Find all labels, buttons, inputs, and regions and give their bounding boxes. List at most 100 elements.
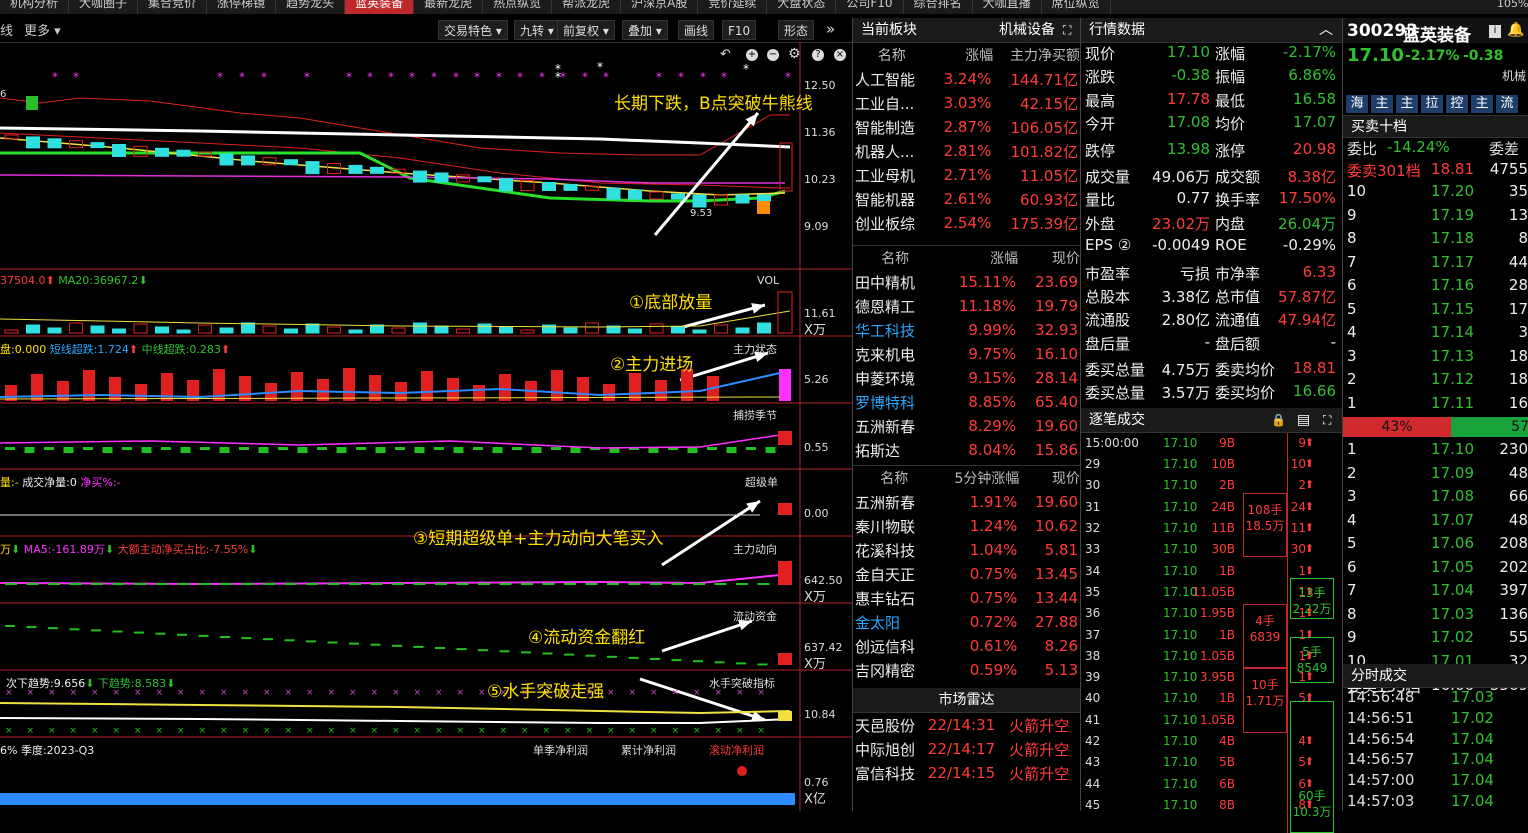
column-header: 名称 bbox=[881, 251, 910, 267]
tab-11[interactable]: 大盘状态 bbox=[767, 0, 837, 14]
table-row[interactable]: 申菱环境 9.15% 28.14 bbox=[853, 366, 1080, 390]
tab-8[interactable]: 帮派龙虎 bbox=[552, 0, 622, 14]
toolbar-button-4[interactable]: 画线 bbox=[678, 20, 715, 40]
strategy-button[interactable]: 主 bbox=[1396, 95, 1418, 113]
table-cell: 智能机器 bbox=[855, 190, 916, 209]
close-icon[interactable]: × bbox=[834, 49, 846, 61]
toolbar-button-2[interactable]: 前复权 ▾ bbox=[557, 20, 615, 40]
tab-6[interactable]: 最新龙虎 bbox=[414, 0, 484, 14]
table-row[interactable]: 创业板综 2.54% 175.39亿 bbox=[853, 211, 1080, 235]
tick-volume: 5B bbox=[1219, 755, 1235, 770]
radar-cell: 中际旭创 bbox=[855, 740, 916, 759]
sell-level: 3 bbox=[1518, 323, 1528, 341]
gear-icon[interactable]: ⚙ bbox=[788, 46, 801, 62]
table-row[interactable]: 智能机器 2.61% 60.93亿 bbox=[853, 187, 1080, 211]
tab-15[interactable]: 席位纵览 bbox=[1042, 0, 1111, 14]
top-tab-bar: 机构分析 大咖圈子 集合竞价 涨停梯镜 趋势龙头 蓝英装备 最新龙虎 热点纵览 帮派龙虎 沪深京A… bbox=[0, 0, 1528, 14]
expand-icon[interactable]: » bbox=[826, 20, 835, 38]
tab-2[interactable]: 集合竞价 bbox=[138, 0, 208, 14]
table-row[interactable]: 智能制造 2.87% 106.05亿 bbox=[853, 115, 1080, 139]
tick-price: 17.10 bbox=[1163, 499, 1198, 514]
radar-row[interactable]: 富信科技 22/14:15 火箭升空 bbox=[853, 761, 1080, 785]
table-row[interactable]: 金太阳 0.72% 27.88 bbox=[853, 610, 1080, 634]
radar-row[interactable]: 天邑股份 22/14:31 火箭升空 bbox=[853, 713, 1080, 737]
sell-level: 28 bbox=[1508, 276, 1528, 294]
tab-12[interactable]: 公司F10 bbox=[836, 0, 904, 14]
buy-level: 1 bbox=[1347, 440, 1357, 458]
buy-level: 17.08 bbox=[1431, 487, 1474, 505]
quote-cell: 0.77 bbox=[1176, 189, 1210, 208]
table-row[interactable]: 工业自... 3.03% 42.15亿 bbox=[853, 91, 1080, 115]
table-row[interactable]: 吉冈精密 0.59% 5.13 bbox=[853, 658, 1080, 682]
buy-level: 136 bbox=[1499, 604, 1528, 623]
list-icon[interactable]: ▤ bbox=[1297, 408, 1310, 433]
zoom-out-icon[interactable]: − bbox=[767, 49, 779, 61]
toolbar-button-0[interactable]: 交易特色 ▾ bbox=[438, 20, 508, 40]
strategy-button[interactable]: 海 bbox=[1346, 95, 1368, 113]
table-row[interactable]: 德恩精工 11.18% 19.79 bbox=[853, 294, 1080, 318]
period-label[interactable]: 线 bbox=[0, 20, 13, 39]
tab-14[interactable]: 大咖直播 bbox=[973, 0, 1042, 14]
lock-icon[interactable]: 🔒 bbox=[1271, 408, 1286, 433]
strategy-button[interactable]: 主 bbox=[1471, 95, 1493, 113]
sector-panel: 当前板块 机械设备 ⛶ 名称 涨幅 主力净买额 人工智能 3.24% 144.71亿 工业自..… bbox=[852, 18, 1080, 811]
table-row[interactable]: 克来机电 9.75% 16.10 bbox=[853, 342, 1080, 366]
strategy-button[interactable]: 流 bbox=[1496, 95, 1518, 113]
radar-row[interactable]: 中际旭创 22/14:17 火箭升空 bbox=[853, 737, 1080, 761]
strategy-button[interactable]: 控 bbox=[1446, 95, 1468, 113]
profit-tab-1[interactable]: 单季净利润 bbox=[533, 742, 588, 758]
expand-icon[interactable]: ⛶ bbox=[1063, 18, 1071, 43]
sell-level: 13 bbox=[1508, 205, 1528, 224]
expand-icon[interactable]: ⛶ bbox=[1323, 408, 1331, 433]
strategy-button[interactable]: 拉 bbox=[1421, 95, 1443, 113]
table-header-row: 名称 涨幅 主力净买额 bbox=[853, 43, 1080, 67]
table-row[interactable]: 秦川物联 1.24% 10.62 bbox=[853, 514, 1080, 538]
tick-volume: 11.05B bbox=[1192, 584, 1235, 599]
tab-13[interactable]: 综合排名 bbox=[904, 0, 973, 14]
tab-1[interactable]: 大咖圈子 bbox=[69, 0, 139, 14]
toolbar-button-3[interactable]: 叠加 ▾ bbox=[622, 20, 668, 40]
tab-5[interactable]: 蓝英装备 bbox=[345, 0, 415, 14]
table-cell: 5.81 bbox=[1044, 541, 1078, 559]
table-row[interactable]: 人工智能 3.24% 144.71亿 bbox=[853, 67, 1080, 91]
toolbar-button-1[interactable]: 九转 ▾ bbox=[514, 20, 560, 40]
column-header: 现价 bbox=[1052, 471, 1080, 487]
table-row[interactable]: 创远信科 0.61% 8.26 bbox=[853, 634, 1080, 658]
table-row[interactable]: 五洲新春 8.29% 19.60 bbox=[853, 414, 1080, 438]
tab-4[interactable]: 趋势龙头 bbox=[276, 0, 346, 14]
collapse-icon[interactable]: ︿ bbox=[1319, 18, 1333, 43]
table-row[interactable]: 花溪科技 1.04% 5.81 bbox=[853, 538, 1080, 562]
table-row[interactable]: 金自天正 0.75% 13.45 bbox=[853, 562, 1080, 586]
tab-10[interactable]: 竞价延续 bbox=[698, 0, 768, 14]
strategy-button[interactable]: 主 bbox=[1371, 95, 1393, 113]
profit-tab-2[interactable]: 累计净利润 bbox=[621, 742, 676, 758]
table-row[interactable]: 田中精机 15.11% 23.69 bbox=[853, 270, 1080, 294]
tab-9[interactable]: 沪深京A股 bbox=[621, 0, 699, 14]
bell-icon[interactable]: 🔔 bbox=[1507, 22, 1524, 38]
toolbar-button-5[interactable]: F10 bbox=[722, 20, 757, 40]
tab-0[interactable]: 机构分析 bbox=[0, 0, 70, 14]
tab-3[interactable]: 涨停梯镜 bbox=[207, 0, 277, 14]
table-cell: 申菱环境 bbox=[855, 369, 916, 388]
toolbar-button-6[interactable]: 形态 bbox=[778, 20, 815, 40]
table-row[interactable]: 机器人... 2.81% 101.82亿 bbox=[853, 139, 1080, 163]
table-row[interactable]: 华工科技 9.99% 32.93 bbox=[853, 318, 1080, 342]
table-cell: 42.15亿 bbox=[1020, 94, 1078, 113]
tab-7[interactable]: 热点纵览 bbox=[483, 0, 553, 14]
info-icon[interactable]: i bbox=[1489, 25, 1501, 38]
help-icon[interactable]: ? bbox=[812, 49, 824, 61]
table-row[interactable]: 惠丰钻石 0.75% 13.44 bbox=[853, 586, 1080, 610]
table-row[interactable]: 罗博特科 8.85% 65.40 bbox=[853, 390, 1080, 414]
more-menu[interactable]: 更多 ▾ bbox=[24, 20, 61, 39]
profit-tab-3[interactable]: 滚动净利润 bbox=[709, 742, 764, 758]
table-row[interactable]: 拓斯达 8.04% 15.86 bbox=[853, 438, 1080, 462]
chaodan-title: 量:- 成交净量:0 净买%:- bbox=[0, 474, 121, 490]
quote-cell: -0.38 bbox=[1171, 66, 1210, 85]
quote-cell: 盘后量 bbox=[1085, 334, 1131, 353]
quote-title: 行情数据 bbox=[1089, 22, 1145, 38]
column-header: 涨幅 bbox=[990, 251, 1019, 267]
zoom-in-icon[interactable]: + bbox=[746, 49, 758, 61]
table-row[interactable]: 五洲新春 1.91% 19.60 bbox=[853, 490, 1080, 514]
table-row[interactable]: 工业母机 2.71% 11.05亿 bbox=[853, 163, 1080, 187]
redo-icon[interactable]: ↶ bbox=[720, 47, 731, 62]
